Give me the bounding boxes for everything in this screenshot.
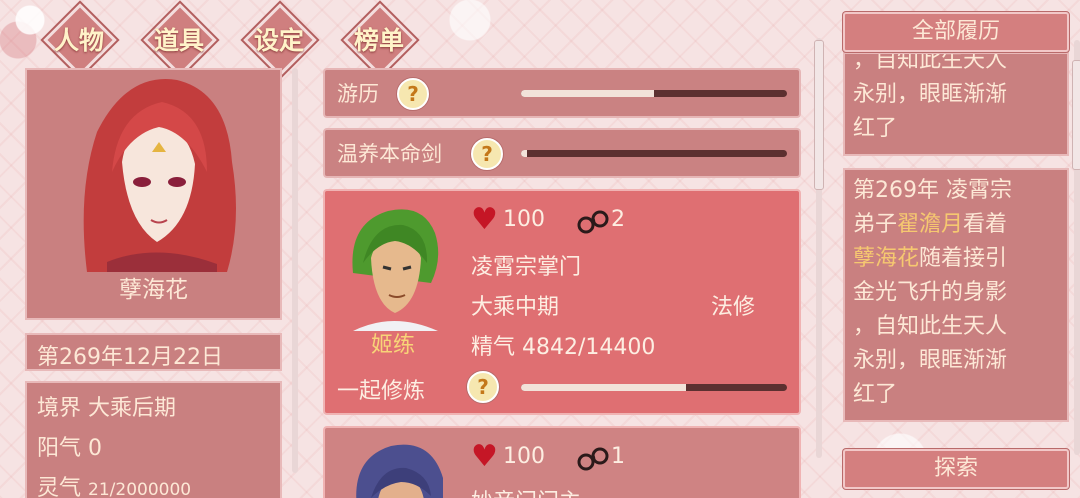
disciple-class: 法修 [711, 295, 756, 320]
history-text: 弟子 [853, 212, 898, 237]
activity-row-travel[interactable]: 游历 ? [323, 68, 801, 118]
ling-label: 灵气 [37, 476, 82, 498]
tab-settings-label: 设定 [253, 26, 304, 55]
activity-progress-fill [521, 150, 527, 157]
history-line: 红了 [853, 382, 898, 407]
jingqi-label: 精气 [471, 335, 516, 360]
activity-row-sword[interactable]: 温养本命剑 ? [323, 128, 801, 178]
heart-icon: ♥ [471, 202, 498, 237]
middle-scroll-thumb[interactable] [814, 40, 824, 190]
disciple-name: 姬练 [371, 333, 416, 358]
explore-button[interactable]: 探索 [843, 449, 1069, 489]
cultivate-progress-bar [521, 384, 787, 391]
left-scrollbar[interactable] [292, 68, 298, 473]
right-scroll-thumb[interactable] [1072, 60, 1080, 170]
history-line: 孽海花随着接引 [853, 242, 1059, 276]
history-text: 随着接引 [919, 246, 1008, 271]
realm-label: 境界 [37, 396, 82, 421]
disciple-bond: 1 [611, 444, 625, 469]
activity-label: 温养本命剑 [337, 142, 442, 166]
disciple-portrait [356, 444, 443, 498]
disciple-hp: 100 [503, 207, 545, 232]
history-line: ，自知此生天人 [853, 314, 1008, 339]
disciple-portrait [352, 209, 439, 331]
history-line: 弟子翟澹月看着 [853, 208, 1059, 242]
realm-row: 境界 大乘后期 [37, 389, 270, 429]
stats-panel: 境界 大乘后期 阳气 0 灵气 21/2000000 [25, 381, 282, 498]
character-portrait [83, 79, 237, 272]
history-line: ，自知此生天人 [853, 52, 1008, 73]
disciple-title: 凌霄宗掌门 [471, 255, 582, 280]
ling-value: 21/2000000 [88, 480, 192, 498]
disciple-bond: 2 [611, 207, 625, 232]
disciple-hp: 100 [503, 444, 545, 469]
heart-icon: ♥ [471, 439, 498, 474]
history-line: 红了 [853, 116, 898, 141]
disciple-jingqi: 精气 4842/14400 [471, 329, 655, 361]
disciple-title: 妙音门门主 [471, 484, 581, 498]
tab-rankings-label: 榜单 [353, 26, 404, 55]
history-line: 金光飞升的身影 [853, 280, 1008, 305]
yang-label: 阳气 [37, 436, 82, 461]
handcuffs-icon [577, 210, 609, 234]
tab-character[interactable]: 人物 [42, 2, 117, 77]
activity-label: 游历 [337, 82, 379, 106]
tab-items[interactable]: 道具 [142, 2, 217, 77]
yang-row: 阳气 0 [37, 429, 270, 469]
tab-items-label: 道具 [153, 26, 204, 55]
history-entry: 第269年 凌霄宗 弟子翟澹月看着 孽海花随着接引 金光飞升的身影 ，自知此生天… [843, 168, 1069, 422]
realm-value: 大乘后期 [88, 396, 177, 421]
history-entry-previous: ，自知此生天人 永别，眼眶渐渐 红了 [843, 52, 1069, 156]
character-name: 孽海花 [119, 277, 188, 303]
cultivate-progress-fill [521, 384, 686, 391]
activity-progress-bar [521, 150, 787, 157]
disciple-realm: 大乘中期 [471, 295, 560, 320]
tab-rankings[interactable]: 榜单 [342, 2, 417, 77]
ling-row: 灵气 21/2000000 [37, 469, 270, 498]
history-line: 永别，眼眶渐渐 [853, 82, 1008, 107]
question-icon[interactable]: ? [397, 78, 429, 110]
history-name-highlight: 翟澹月 [897, 212, 964, 237]
activity-progress-bar [521, 90, 787, 97]
tab-settings[interactable]: 设定 [242, 2, 317, 77]
question-icon[interactable]: ? [467, 371, 499, 403]
disciple-card[interactable]: 姬练 ♥ 100 2 凌霄宗掌门 大乘中期 法修 精气 4842/14400 一… [323, 189, 801, 415]
activity-progress-fill [521, 90, 654, 97]
disciple-card[interactable]: ♥ 100 1 妙音门门主 [323, 426, 801, 498]
portrait-panel[interactable]: 孽海花 [25, 68, 282, 320]
history-line: 永别，眼眶渐渐 [853, 348, 1008, 373]
tab-character-label: 人物 [53, 26, 104, 55]
question-icon[interactable]: ? [471, 138, 503, 170]
cultivate-together-label: 一起修炼 [337, 379, 426, 404]
history-line: 第269年 凌霄宗 [853, 178, 1012, 203]
jingqi-value: 4842/14400 [522, 335, 656, 360]
all-history-button[interactable]: 全部履历 [843, 12, 1069, 52]
yang-value: 0 [88, 436, 103, 461]
history-text: 看着 [963, 212, 1008, 237]
history-name-highlight: 孽海花 [853, 246, 920, 271]
date-display: 第269年12月22日 [25, 333, 282, 371]
handcuffs-icon [577, 447, 609, 471]
